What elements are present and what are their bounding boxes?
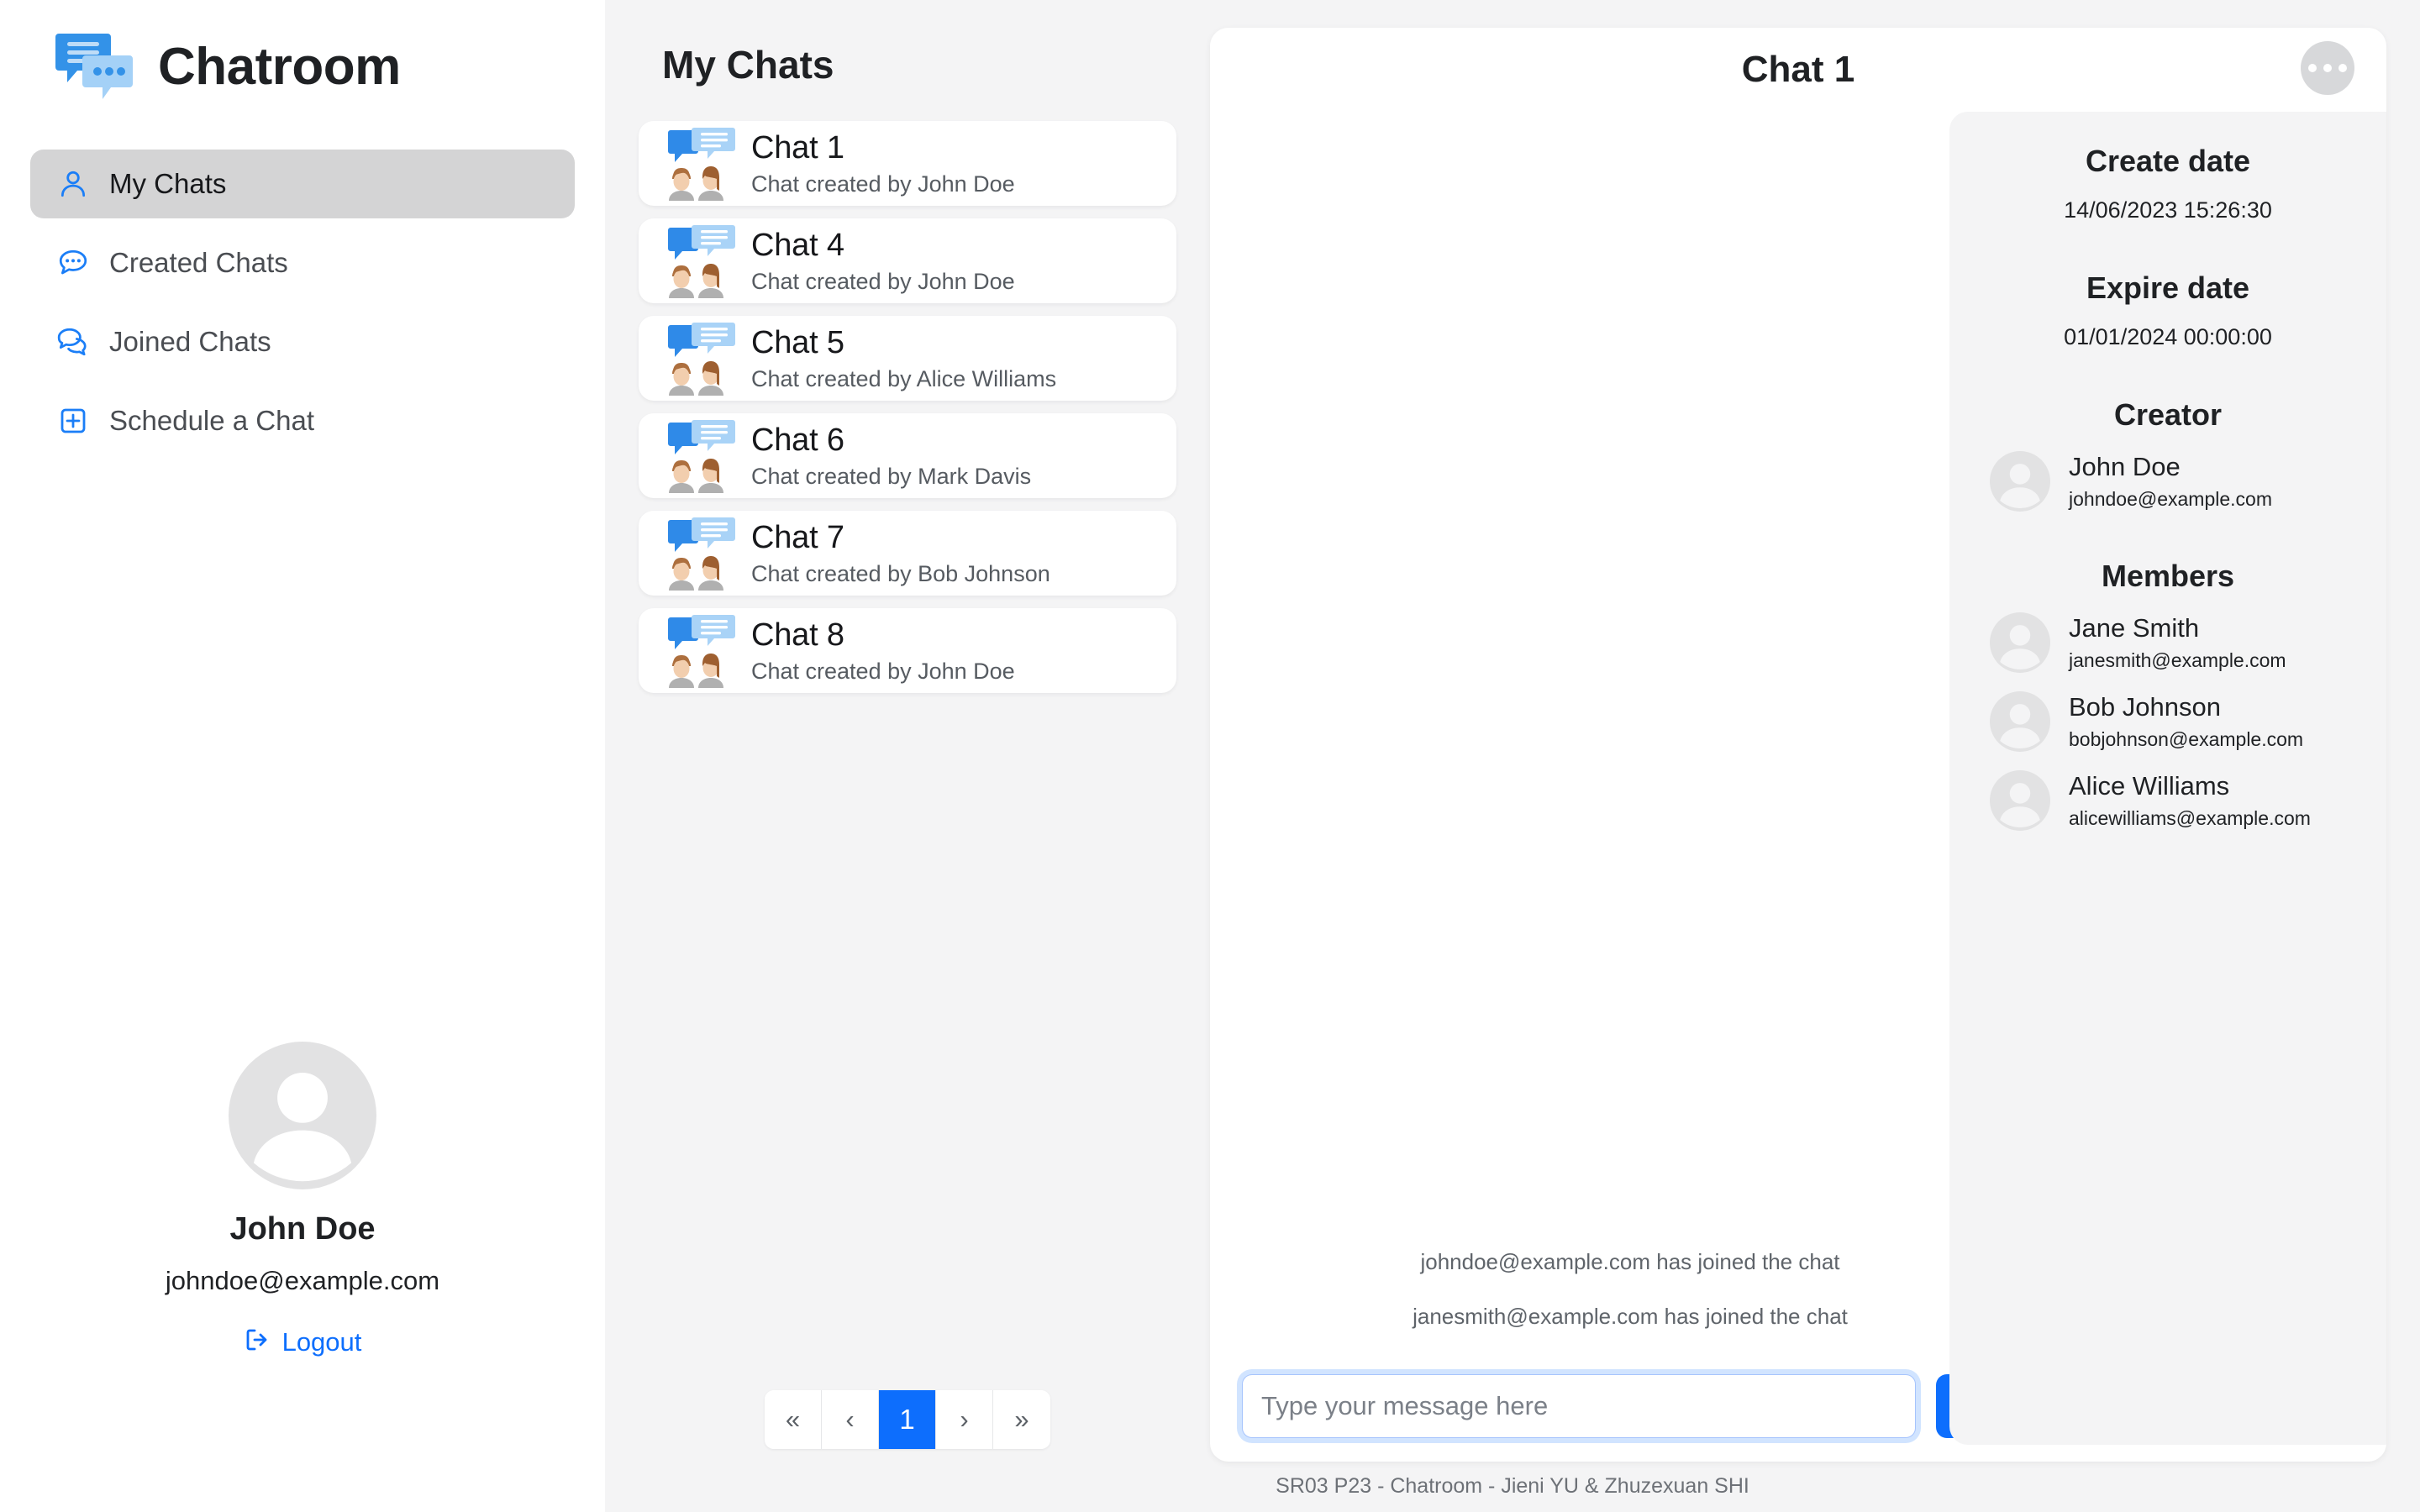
sidebar-item-joined-chats[interactable]: Joined Chats — [30, 307, 575, 376]
chat-list-item-subtitle: Chat created by Mark Davis — [751, 463, 1032, 489]
more-options-icon — [2308, 64, 2317, 72]
chat-list-item-name: Chat 6 — [751, 422, 844, 458]
member-email: bobjohnson@example.com — [2069, 728, 2304, 750]
more-options-button[interactable] — [2301, 41, 2354, 95]
chat-list-item-name: Chat 8 — [751, 617, 844, 653]
avatar — [229, 1042, 376, 1189]
pagination-last-button[interactable]: » — [993, 1390, 1050, 1449]
chat-list-item-subtitle: Chat created by John Doe — [751, 658, 1015, 684]
chat-list-item[interactable]: Chat 6 Chat created by Mark Davis — [639, 413, 1176, 498]
creator-email: johndoe@example.com — [2069, 488, 2272, 510]
chat-list-item[interactable]: Chat 7 Chat created by Bob Johnson — [639, 511, 1176, 596]
chat-list-item-name: Chat 5 — [751, 324, 844, 360]
member-name: Bob Johnson — [2069, 692, 2221, 722]
chat-list-item-name: Chat 7 — [751, 519, 844, 555]
more-options-icon — [2323, 64, 2332, 72]
chat-list-item-subtitle: Chat created by Bob Johnson — [751, 560, 1050, 586]
brand: Chatroom — [30, 0, 575, 102]
pagination-page-1[interactable]: 1 — [879, 1390, 936, 1449]
chat-panel: Chat 1 johndoe@example.com has joined th… — [1210, 28, 2386, 1462]
chat-list-item-name: Chat 1 — [751, 129, 844, 165]
sidebar-item-label: My Chats — [109, 168, 227, 199]
chat-list-item[interactable]: Chat 8 Chat created by John Doe — [639, 608, 1176, 693]
chat-body: johndoe@example.com has joined the chat … — [1210, 112, 2386, 1462]
create-date-label: Create date — [2085, 144, 2251, 178]
member-entry: Bob Johnson bobjohnson@example.com — [1975, 691, 2361, 752]
member-email: alicewilliams@example.com — [2069, 807, 2311, 829]
chat-list-item[interactable]: Chat 4 Chat created by John Doe — [639, 218, 1176, 303]
expire-date-label: Expire date — [2086, 270, 2250, 305]
sidebar: Chatroom My Chats Created Chats Joined C… — [0, 0, 605, 1512]
profile-email: johndoe@example.com — [165, 1266, 440, 1295]
avatar — [1990, 612, 2050, 673]
sidebar-profile: John Doe johndoe@example.com Logout — [0, 1042, 605, 1357]
profile-name: John Doe — [229, 1211, 376, 1247]
logout-label: Logout — [281, 1326, 362, 1357]
member-name: Alice Williams — [2069, 771, 2230, 801]
sidebar-item-label: Schedule a Chat — [109, 405, 315, 436]
pagination-prev-button[interactable]: ‹ — [822, 1390, 879, 1449]
sign-out-icon — [244, 1326, 271, 1357]
pagination-first-button[interactable]: « — [765, 1390, 822, 1449]
chat-bubble-dots-icon — [55, 245, 91, 281]
chat-avatars-icon — [664, 320, 744, 397]
chat-list-item[interactable]: Chat 5 Chat created by Alice Williams — [639, 316, 1176, 401]
chat-avatars-icon — [664, 223, 744, 300]
app-root: Chatroom My Chats Created Chats Joined C… — [0, 0, 2420, 1512]
chat-cards: Chat 1 Chat created by John Doe Chat 4 C… — [639, 121, 1176, 693]
member-entry: Alice Williams alicewilliams@example.com — [1975, 770, 2361, 831]
sidebar-nav: My Chats Created Chats Joined Chats Sche… — [30, 150, 575, 455]
avatar — [1990, 770, 2050, 831]
pagination: « ‹ 1 › » — [605, 1390, 1210, 1449]
message-composer — [1242, 1374, 2015, 1438]
logout-button[interactable]: Logout — [244, 1326, 362, 1357]
chat-list-item[interactable]: Chat 1 Chat created by John Doe — [639, 121, 1176, 206]
footer: SR03 P23 - Chatroom - Jieni YU & Zhuzexu… — [1276, 1474, 1749, 1498]
creator-entry: John Doe johndoe@example.com — [1975, 451, 2361, 512]
chat-bubbles-pair-icon — [55, 324, 91, 360]
sidebar-item-my-chats[interactable]: My Chats — [30, 150, 575, 218]
creator-label: Creator — [2113, 397, 2223, 432]
chat-list-item-subtitle: Chat created by John Doe — [751, 268, 1015, 294]
chat-bubbles-logo-icon — [55, 30, 136, 102]
chat-list-item-subtitle: Chat created by Alice Williams — [751, 365, 1057, 391]
chat-main-column: Chat 1 johndoe@example.com has joined th… — [1210, 0, 2420, 1512]
chat-avatars-icon — [664, 125, 744, 202]
page-title: My Chats — [662, 43, 834, 87]
brand-title: Chatroom — [158, 37, 401, 96]
member-entry: Jane Smith janesmith@example.com — [1975, 612, 2361, 673]
message-input[interactable] — [1242, 1374, 1916, 1438]
system-message: janesmith@example.com has joined the cha… — [1413, 1304, 1848, 1329]
chat-avatars-icon — [664, 515, 744, 592]
chat-list-item-subtitle: Chat created by John Doe — [751, 171, 1015, 197]
chat-avatars-icon — [664, 417, 744, 495]
chat-header: Chat 1 — [1210, 28, 2386, 95]
avatar — [1990, 451, 2050, 512]
more-options-icon — [2338, 64, 2347, 72]
sidebar-item-label: Joined Chats — [109, 326, 271, 357]
chat-avatars-icon — [664, 612, 744, 690]
create-date-value: 14/06/2023 15:26:30 — [2064, 197, 2272, 223]
chat-details-panel: Create date 14/06/2023 15:26:30 Expire d… — [1949, 112, 2386, 1445]
chat-list-column: My Chats Chat 1 Chat created by John Doe… — [605, 0, 1210, 1512]
avatar — [1990, 691, 2050, 752]
pagination-next-button[interactable]: › — [936, 1390, 993, 1449]
creator-name: John Doe — [2069, 452, 2181, 481]
person-icon — [55, 166, 91, 202]
members-label: Members — [2101, 559, 2235, 593]
expire-date-value: 01/01/2024 00:00:00 — [2064, 324, 2272, 349]
system-message: johndoe@example.com has joined the chat — [1420, 1249, 1840, 1274]
chat-list-item-name: Chat 4 — [751, 227, 844, 263]
plus-square-icon — [55, 403, 91, 438]
member-email: janesmith@example.com — [2069, 649, 2286, 671]
message-list: johndoe@example.com has joined the chat … — [1210, 112, 2050, 1359]
sidebar-item-schedule-a-chat[interactable]: Schedule a Chat — [30, 386, 575, 455]
sidebar-item-created-chats[interactable]: Created Chats — [30, 228, 575, 297]
member-name: Jane Smith — [2069, 613, 2200, 643]
sidebar-item-label: Created Chats — [109, 247, 288, 278]
chat-title: Chat 1 — [1741, 49, 1855, 90]
